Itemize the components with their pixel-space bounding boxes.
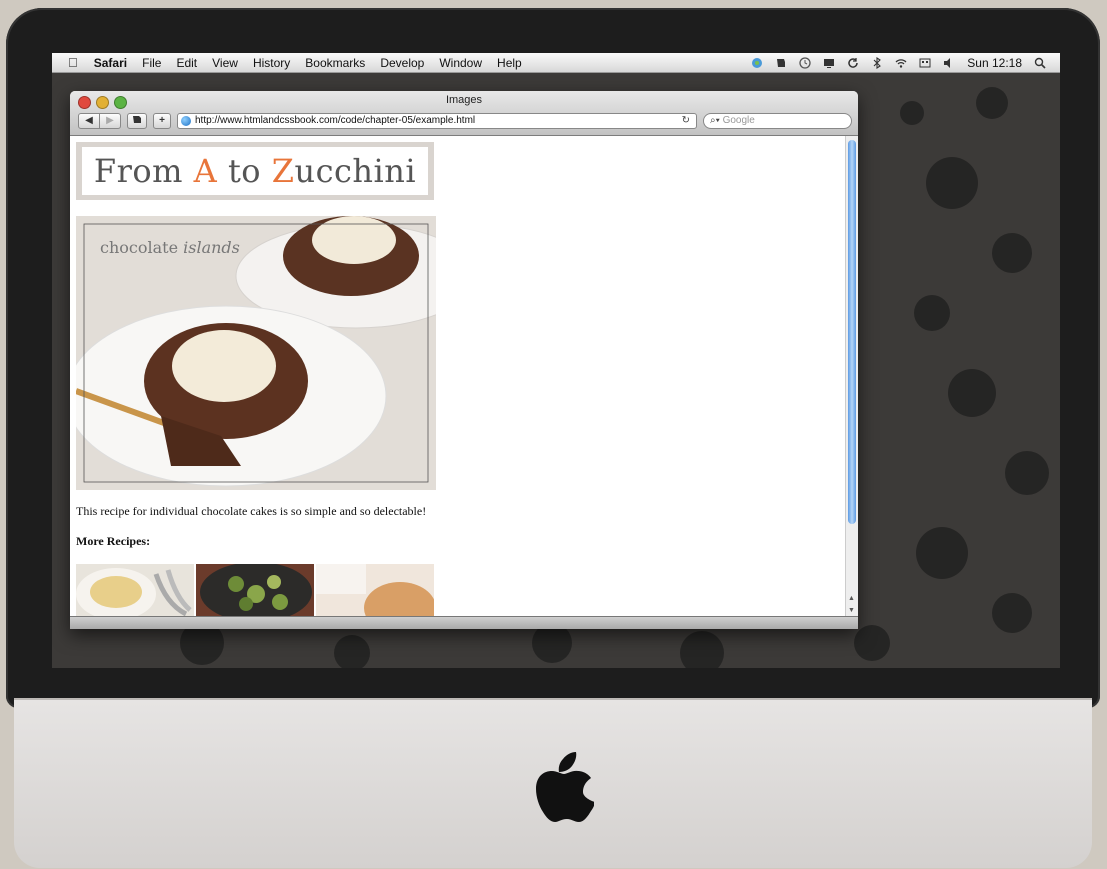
vertical-scrollbar[interactable]: ▲ ▼ <box>845 136 858 616</box>
menu-view[interactable]: View <box>212 56 238 70</box>
site-logo: From A to Zucchini <box>76 142 434 200</box>
evernote-button[interactable] <box>127 113 147 129</box>
scroll-down-icon[interactable]: ▼ <box>848 607 855 614</box>
globe-icon <box>181 116 191 126</box>
page-content: From A to Zucchini chocolate islands Thi… <box>70 136 846 616</box>
search-placeholder: Google <box>722 115 755 126</box>
menu-clock[interactable]: Sun 12:18 <box>967 56 1022 70</box>
browser-toolbar: ◀ ▶ + http://www.htmlandcssbook.com/code… <box>78 112 852 130</box>
address-url: http://www.htmlandcssbook.com/code/chapt… <box>195 115 476 126</box>
volume-icon[interactable] <box>943 57 955 69</box>
logo-letter-1: A <box>193 152 218 190</box>
window-title: Images <box>445 94 483 106</box>
site-logo-text: From A to Zucchini <box>82 147 428 195</box>
window-titlebar[interactable]: Images ◀ ▶ + http://www.htmlandcssbook.c <box>70 91 858 136</box>
menu-help[interactable]: Help <box>497 56 522 70</box>
menu-window[interactable]: Window <box>439 56 482 70</box>
apple-menu-icon[interactable]:  <box>68 55 78 70</box>
spotlight-icon[interactable] <box>1034 57 1046 69</box>
recipe-thumbnails <box>76 564 434 616</box>
display-icon[interactable] <box>823 57 835 69</box>
menu-bookmarks[interactable]: Bookmarks <box>305 56 365 70</box>
menu-bar:  Safari File Edit View History Bookmark… <box>52 53 1060 73</box>
logo-part-1: From <box>93 152 194 190</box>
back-button[interactable]: ◀ <box>78 113 100 129</box>
sync-icon[interactable] <box>847 57 859 69</box>
scroll-up-icon[interactable]: ▲ <box>848 595 855 602</box>
menu-app-name[interactable]: Safari <box>94 56 127 70</box>
evernote-icon[interactable] <box>751 57 763 69</box>
safari-window: Images ◀ ▶ + http://www.htmlandcssbook.c <box>70 91 858 629</box>
menu-edit[interactable]: Edit <box>176 56 197 70</box>
logo-part-3: ucchini <box>294 152 417 190</box>
chocolate-cake-photo <box>76 216 436 490</box>
logo-part-2: to <box>217 152 272 190</box>
hero-caption: chocolate islands <box>100 238 240 257</box>
screen:  Safari File Edit View History Bookmark… <box>52 53 1060 668</box>
status-bar <box>70 616 858 629</box>
more-recipes-heading: More Recipes: <box>76 534 151 548</box>
hero-image: chocolate islands <box>76 216 436 490</box>
forward-button[interactable]: ▶ <box>100 113 121 129</box>
menu-extras: Sun 12:18 <box>751 56 1046 70</box>
evernote-icon <box>133 116 141 123</box>
time-machine-icon[interactable] <box>799 56 811 69</box>
hero-caption-word-2: islands <box>183 238 240 257</box>
monitor-chin <box>14 698 1092 868</box>
recipe-thumbnail-sprouts[interactable] <box>196 564 314 616</box>
menu-develop[interactable]: Develop <box>380 56 424 70</box>
recipe-thumbnail-cookie[interactable] <box>316 564 434 616</box>
address-bar[interactable]: http://www.htmlandcssbook.com/code/chapt… <box>177 113 697 129</box>
keyboard-icon[interactable] <box>919 57 931 69</box>
search-field[interactable]: ⌕▾ Google <box>703 113 852 129</box>
recipe-description: This recipe for individual chocolate cak… <box>76 504 427 518</box>
search-icon: ⌕▾ <box>710 115 720 126</box>
imac:  Safari File Edit View History Bookmark… <box>6 8 1100 868</box>
scrollbar-thumb[interactable] <box>848 140 856 524</box>
menu-history[interactable]: History <box>253 56 290 70</box>
menu-file[interactable]: File <box>142 56 161 70</box>
wifi-icon[interactable] <box>895 57 907 69</box>
apple-logo-icon <box>536 752 594 822</box>
add-bookmark-button[interactable]: + <box>153 113 171 129</box>
logo-letter-2: Z <box>271 152 295 190</box>
monitor-bezel:  Safari File Edit View History Bookmark… <box>6 8 1100 708</box>
nav-buttons: ◀ ▶ <box>78 113 121 129</box>
bluetooth-icon[interactable] <box>871 56 883 69</box>
reload-icon[interactable]: ↻ <box>682 114 690 128</box>
hero-caption-word-1: chocolate <box>100 238 179 257</box>
recipe-thumbnail-soup[interactable] <box>76 564 194 616</box>
evernote-icon[interactable] <box>775 57 787 69</box>
